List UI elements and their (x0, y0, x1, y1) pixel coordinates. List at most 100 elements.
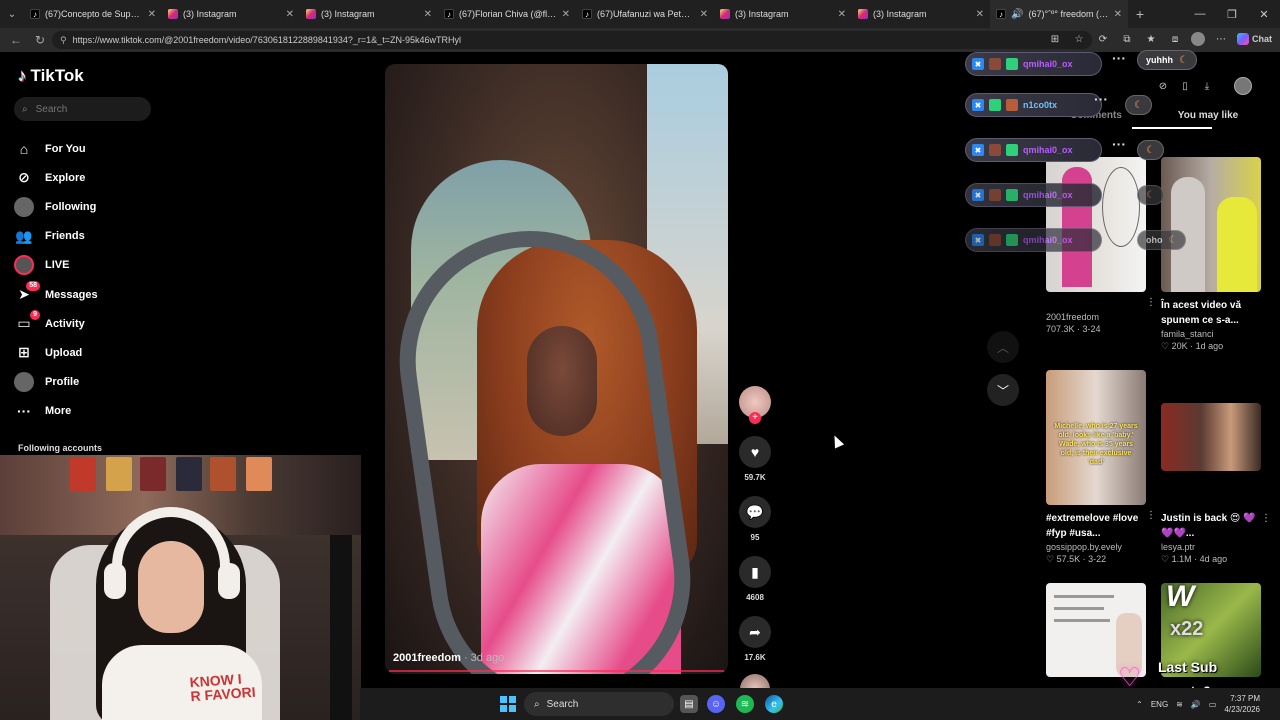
discord-icon[interactable]: ☺ (707, 695, 725, 713)
close-tab-icon[interactable]: ✕ (424, 9, 432, 20)
back-arrow-icon[interactable]: ← (4, 33, 28, 47)
follow-plus-icon[interactable]: + (749, 412, 761, 424)
search-box[interactable]: ⌕ (14, 97, 151, 121)
close-tab-icon[interactable]: ✕ (976, 9, 984, 20)
more-options-icon[interactable]: ⋮ (1261, 513, 1271, 524)
taskbar-clock[interactable]: 7:37 PM 4/23/2026 (1224, 693, 1260, 715)
browser-tab[interactable]: (3) Instagram ✕ (300, 0, 438, 28)
settings-more-icon[interactable]: ⋯ (1213, 31, 1229, 47)
webcam-poster (176, 457, 202, 491)
volume-icon[interactable]: 🔊 (1191, 700, 1201, 709)
next-video-button[interactable]: ﹀ (987, 374, 1019, 406)
browser-tab[interactable]: ♪(67)Ufafanuzi wa Pete za Bal✕ (576, 0, 714, 28)
browser-tab-active[interactable]: ♪🔊(67)°ˆº° freedom (@2001fr✕ (990, 0, 1128, 28)
stream-chat-message: ☾ (1137, 185, 1164, 205)
close-tab-icon[interactable]: ✕ (838, 9, 846, 20)
sidebar-item-for-you[interactable]: ⌂ For You (14, 134, 98, 163)
video-player[interactable]: 2001freedom · 3d ago (385, 64, 728, 674)
user-avatar[interactable] (1234, 77, 1252, 95)
tray-overflow-icon[interactable]: ⌃ (1136, 700, 1143, 709)
tab-actions-menu[interactable]: ⌄ (0, 0, 24, 28)
taskbar-search[interactable]: ⌕ Search (524, 692, 674, 716)
minimize-icon[interactable]: — (1184, 0, 1216, 28)
browser-tab[interactable]: (3) Instagram ✕ (714, 0, 852, 28)
recommended-card[interactable]: Justin is back 😍 💜💜💜... lesya.ptr ♡ 1.1M… (1161, 403, 1271, 565)
more-options-icon[interactable]: ⋮ (1146, 510, 1156, 521)
sidebar-item-following[interactable]: Following (14, 192, 98, 221)
phone-icon[interactable]: ▯ (1178, 79, 1192, 93)
windows-start-icon[interactable] (500, 696, 516, 712)
recommended-thumbnail[interactable]: Michelle, who is 27 years old, looks lik… (1046, 370, 1146, 505)
sidebar-item-profile[interactable]: Profile (14, 368, 98, 397)
speaker-icon[interactable]: 🔊 (1011, 9, 1023, 20)
sidebar-item-upload[interactable]: ⊞ Upload (14, 338, 98, 367)
sidebar-item-activity[interactable]: ▭ 9 Activity (14, 309, 98, 338)
file-explorer-icon[interactable]: ▤ (680, 695, 698, 713)
save-action: ▮ 4608 (737, 556, 773, 602)
sidebar-item-live[interactable]: LIVE (14, 251, 98, 280)
bookmark-icon[interactable]: ▮ (739, 556, 771, 588)
search-input[interactable] (35, 103, 136, 115)
url-field[interactable]: ⚲ https://www.tiktok.com/@2001freedom/vi… (52, 31, 1092, 49)
recommended-thumbnail[interactable] (1046, 157, 1146, 292)
webcam-shirt-text: KNOW I R FAVORI (189, 670, 257, 705)
spotify-icon[interactable]: ≋ (736, 695, 754, 713)
compass-small-icon[interactable]: ⊘ (1156, 79, 1170, 93)
sidebar-item-explore[interactable]: ⊘ Explore (14, 163, 98, 192)
previous-video-button[interactable]: ︿ (987, 331, 1019, 363)
split-screen-icon[interactable]: ⧉ (1119, 31, 1135, 47)
thumbnail-caption: Michelle, who is 27 years old, looks lik… (1054, 423, 1138, 466)
new-tab-button[interactable]: + (1128, 6, 1152, 22)
share-icon[interactable]: ➦ (739, 616, 771, 648)
recommended-thumbnail[interactable] (1161, 157, 1261, 292)
comment-icon[interactable]: 💬 (739, 496, 771, 528)
more-options-icon[interactable]: ⋮ (1146, 297, 1156, 308)
video-author[interactable]: 2001freedom (393, 652, 461, 664)
browser-tab[interactable]: (3) Instagram ✕ (852, 0, 990, 28)
stream-chat-message: ☾ (1137, 140, 1164, 160)
browser-tab[interactable]: (3) Instagram ✕ (162, 0, 300, 28)
close-tab-icon[interactable]: ✕ (562, 9, 570, 20)
collections-icon[interactable]: ⧈ (1167, 31, 1183, 47)
browser-tab[interactable]: ♪(67)Concepto de Supernatur✕ (24, 0, 162, 28)
tiktok-icon: ♪ (30, 9, 40, 19)
close-tab-icon[interactable]: ✕ (1114, 9, 1122, 20)
copilot-chat-button[interactable]: Chat (1237, 31, 1272, 47)
favorites-icon[interactable]: ★ (1143, 31, 1159, 47)
sidebar-nav: ⌂ For You ⊘ Explore Following 👥 Friends LIV… (14, 134, 98, 426)
wifi-icon[interactable]: ≋ (1176, 700, 1183, 709)
close-tab-icon[interactable]: ✕ (700, 9, 708, 20)
maximize-icon[interactable]: ❐ (1216, 0, 1248, 28)
download-icon[interactable]: ⤓ (1200, 79, 1214, 93)
friends-icon: 👥 (15, 227, 33, 244)
heart-icon[interactable]: ♥ (739, 436, 771, 468)
browser-profile-avatar[interactable] (1191, 32, 1205, 46)
edge-browser-icon[interactable]: e (765, 695, 783, 713)
browser-tab[interactable]: ♪(67)Florian Chiva (@florian.c✕ (438, 0, 576, 28)
sidebar-item-friends[interactable]: 👥 Friends (14, 222, 98, 251)
battery-icon[interactable]: ▭ (1209, 700, 1217, 709)
sidebar-item-messages[interactable]: ➤ 58 Messages (14, 280, 98, 309)
app-install-icon[interactable]: ⊞ (1047, 31, 1063, 47)
reload-icon[interactable]: ↻ (28, 33, 52, 47)
activity-badge: 9 (30, 309, 40, 320)
close-tab-icon[interactable]: ✕ (148, 9, 156, 20)
comment-action: 💬 95 (737, 496, 773, 542)
author-avatar[interactable]: + (739, 386, 771, 424)
site-info-icon[interactable]: ⚲ (60, 35, 67, 46)
chat-badge-icon (1006, 58, 1018, 70)
recommended-card[interactable]: Michelle, who is 27 years old, looks lik… (1046, 370, 1156, 565)
close-tab-icon[interactable]: ✕ (286, 9, 294, 20)
tiktok-logo[interactable]: ♪ TikTok (18, 66, 84, 86)
following-accounts-heading: Following accounts (18, 443, 103, 453)
language-indicator[interactable]: ENG (1151, 700, 1168, 709)
recommended-card[interactable]: În acest video vă spunem ce s-a... famil… (1161, 157, 1261, 352)
save-count: 4608 (746, 593, 764, 602)
close-window-icon[interactable]: ✕ (1248, 0, 1280, 28)
video-progress-bar[interactable] (389, 670, 724, 672)
right-panel-icons: ⊘ ▯ ⤓ (1156, 77, 1252, 95)
sidebar-item-more[interactable]: ··· More (14, 397, 98, 426)
extensions-icon[interactable]: ⟳ (1095, 31, 1111, 47)
favorite-star-icon[interactable]: ☆ (1071, 31, 1087, 47)
recommended-thumbnail[interactable] (1161, 403, 1261, 471)
